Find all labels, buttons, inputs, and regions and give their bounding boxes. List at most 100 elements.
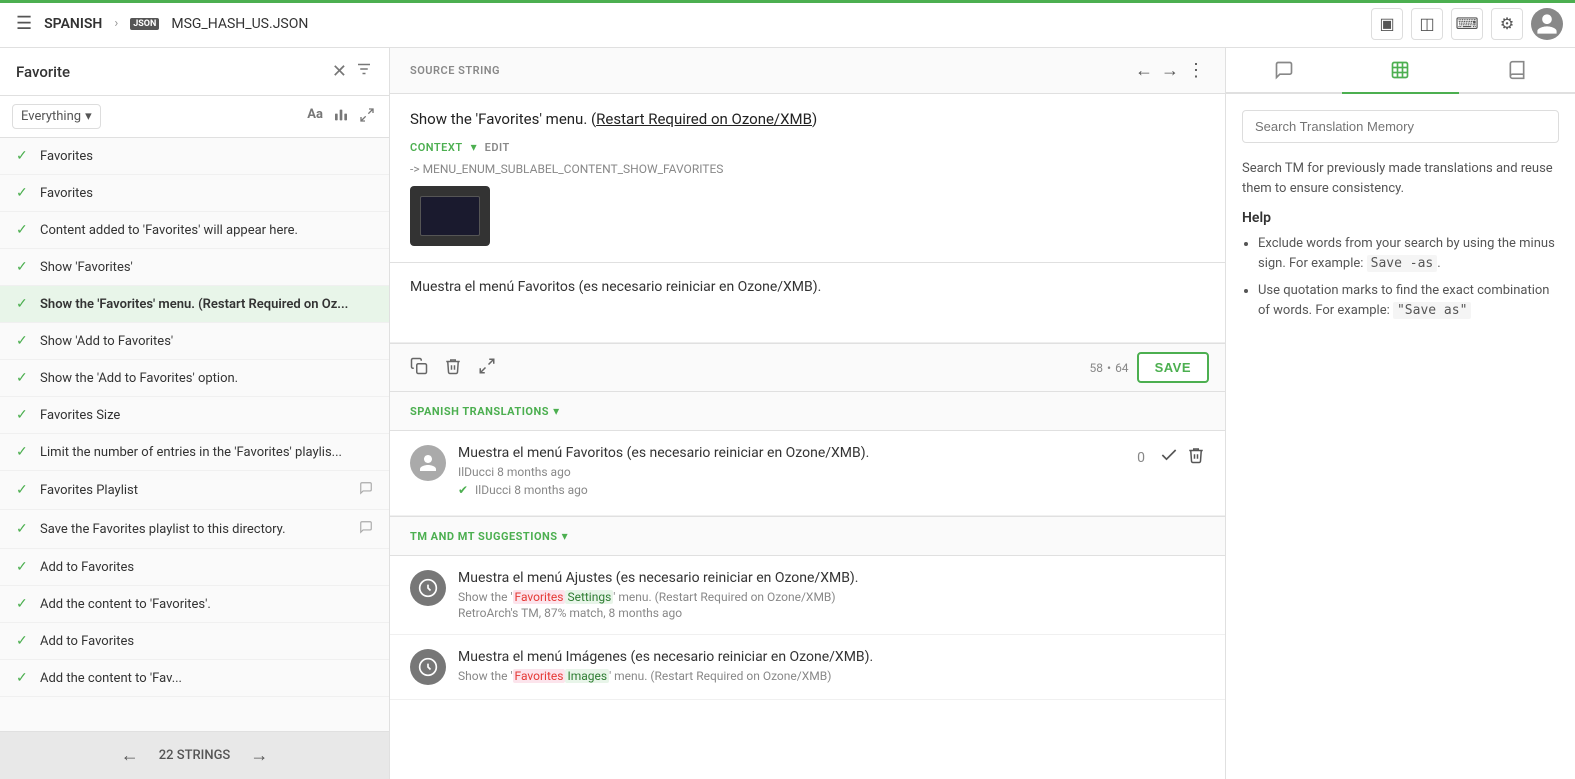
right-panel: Search TM for previously made translatio… xyxy=(1225,48,1575,779)
list-item[interactable]: ✓ Add to Favorites xyxy=(0,549,389,586)
spanish-translations-dropdown[interactable]: ▾ xyxy=(553,404,559,418)
search-scope-dropdown[interactable]: Everything ▾ xyxy=(12,104,101,129)
list-item[interactable]: ✓ Save the Favorites playlist to this di… xyxy=(0,510,389,549)
list-item[interactable]: ✓ Add the content to 'Favorites'. xyxy=(0,586,389,623)
translation-item-text: Muestra el menú Favoritos (es necesario … xyxy=(458,445,1119,461)
prev-string-button[interactable]: ← xyxy=(1135,60,1153,81)
list-item[interactable]: ✓ Add to Favorites xyxy=(0,623,389,660)
tm-item-content[interactable]: Muestra el menú Ajustes (es necesario re… xyxy=(458,570,1205,620)
sidebar-item-label: Show the 'Favorites' menu. (Restart Requ… xyxy=(40,297,373,312)
list-item[interactable]: ✓ Content added to 'Favorites' will appe… xyxy=(0,212,389,249)
check-icon: ✓ xyxy=(16,370,32,386)
sidebar-pagination-bar: ← 22 STRINGS → xyxy=(0,731,389,779)
center-panel: SOURCE STRING ← → ⋮ Show the 'Favorites'… xyxy=(390,48,1225,779)
sidebar-item-label: Content added to 'Favorites' will appear… xyxy=(40,223,373,238)
delete-translation-button[interactable] xyxy=(440,353,466,383)
translation-edit-area: Muestra el menú Favoritos (es necesario … xyxy=(390,263,1225,779)
context-row: CONTEXT ▾ EDIT xyxy=(410,140,1205,154)
check-icon: ✓ xyxy=(16,259,32,275)
tm-match-info: RetroArch's TM, 87% match, 8 months ago xyxy=(458,606,1205,620)
spanish-translations-header: SPANISH TRANSLATIONS ▾ xyxy=(390,392,1225,431)
translation-item-content: Muestra el menú Favoritos (es necesario … xyxy=(458,445,1119,501)
check-icon: ✓ xyxy=(16,444,32,460)
tm-item-source: Show the 'FavoritesImages' menu. (Restar… xyxy=(458,669,1205,683)
sidebar-header: Favorite ✕ xyxy=(0,48,389,96)
list-item[interactable]: ✓ Add the content to 'Fav... xyxy=(0,660,389,697)
sidebar-item-label: Add the content to 'Fav... xyxy=(40,671,373,686)
translator-avatar xyxy=(410,445,446,481)
sidebar-close-button[interactable]: ✕ xyxy=(332,61,347,82)
next-string-button[interactable]: → xyxy=(1161,60,1179,81)
highlight-green: Settings xyxy=(565,590,613,604)
translation-text-input[interactable]: Muestra el menú Favoritos (es necesario … xyxy=(390,263,1225,343)
list-item[interactable]: ✓ Favorites Playlist xyxy=(0,471,389,510)
sidebar-item-label: Favorites xyxy=(40,149,373,164)
list-item[interactable]: ✓ Favorites xyxy=(0,175,389,212)
check-icon: ✓ xyxy=(16,185,32,201)
tm-suggestions-dropdown[interactable]: ▾ xyxy=(562,529,568,543)
tm-help-item: Exclude words from your search by using … xyxy=(1258,234,1559,273)
file-name-label: MSG_HASH_US.JSON xyxy=(171,16,308,32)
translation-item: Muestra el menú Favoritos (es necesario … xyxy=(390,431,1225,516)
tm-avatar xyxy=(410,570,446,606)
tm-item-content[interactable]: Muestra el menú Imágenes (es necesario r… xyxy=(458,649,1205,685)
list-item[interactable]: ✓ Limit the number of entries in the 'Fa… xyxy=(0,434,389,471)
comment-icon xyxy=(359,520,373,538)
context-label: CONTEXT xyxy=(410,141,463,154)
sidebar-item-label: Save the Favorites playlist to this dire… xyxy=(40,522,351,537)
prev-page-button[interactable]: ← xyxy=(117,741,143,770)
next-page-button[interactable]: → xyxy=(246,741,272,770)
check-icon: ✓ xyxy=(16,222,32,238)
right-panel-tabs xyxy=(1226,48,1575,94)
resize-button[interactable] xyxy=(474,353,500,383)
translation-item-verified: ✔ IlDucci 8 months ago xyxy=(458,483,1119,497)
highlight-red: Favorites xyxy=(513,590,566,604)
translation-text: Muestra el menú Favoritos (es necesario … xyxy=(410,279,821,295)
settings-icon[interactable]: ⚙ xyxy=(1491,8,1523,40)
tm-suggestions-header: TM AND MT SUGGESTIONS ▾ xyxy=(390,517,1225,556)
check-icon: ✓ xyxy=(16,559,32,575)
sidebar-filter-button[interactable] xyxy=(355,60,373,83)
user-avatar[interactable] xyxy=(1531,8,1563,40)
copy-source-button[interactable] xyxy=(406,353,432,383)
list-item[interactable]: ✓ Favorites Size xyxy=(0,397,389,434)
sidebar: Favorite ✕ Everything ▾ Aa xyxy=(0,48,390,779)
tab-translation-memory[interactable] xyxy=(1342,48,1458,94)
search-tm-input[interactable] xyxy=(1242,110,1559,143)
list-item[interactable]: ✓ Show 'Add to Favorites' xyxy=(0,323,389,360)
expand-icon[interactable] xyxy=(357,105,377,129)
menu-icon[interactable]: ☰ xyxy=(12,9,36,38)
check-icon: ✓ xyxy=(16,633,32,649)
sidebar-list: ✓ Favorites ✓ Favorites ✓ Content added … xyxy=(0,138,389,731)
delete-translation-item-button[interactable] xyxy=(1187,446,1205,469)
tab-glossary[interactable] xyxy=(1459,48,1575,94)
list-item[interactable]: ✓ Show 'Favorites' xyxy=(0,249,389,286)
translation-toolbar: 58•64 SAVE xyxy=(390,343,1225,391)
context-path: -> MENU_ENUM_SUBLABEL_CONTENT_SHOW_FAVOR… xyxy=(410,162,1205,176)
source-string-header: SOURCE STRING ← → ⋮ xyxy=(390,48,1225,94)
case-sensitive-icon[interactable]: Aa xyxy=(305,105,325,129)
save-button[interactable]: SAVE xyxy=(1137,352,1209,383)
edit-label[interactable]: EDIT xyxy=(485,141,510,154)
layout-split-icon[interactable]: ◫ xyxy=(1411,8,1443,40)
list-item[interactable]: ✓ Favorites xyxy=(0,138,389,175)
source-string-content: Show the 'Favorites' menu. (Restart Requ… xyxy=(390,94,1225,263)
tab-comments[interactable] xyxy=(1226,48,1342,94)
source-string-text: Show the 'Favorites' menu. (Restart Requ… xyxy=(410,110,1205,128)
approve-translation-button[interactable] xyxy=(1159,445,1179,470)
sidebar-item-label: Favorites Playlist xyxy=(40,483,351,498)
regex-icon[interactable] xyxy=(331,105,351,129)
keyboard-icon[interactable]: ⌨ xyxy=(1451,8,1483,40)
list-item[interactable]: ✓ Show the 'Add to Favorites' option. xyxy=(0,360,389,397)
tm-suggestions-section: TM AND MT SUGGESTIONS ▾ Muestra el menú … xyxy=(390,516,1225,700)
list-item-active[interactable]: ✓ Show the 'Favorites' menu. (Restart Re… xyxy=(0,286,389,323)
more-options-button[interactable]: ⋮ xyxy=(1187,60,1205,81)
sidebar-title: Favorite xyxy=(16,63,332,81)
context-dropdown-icon[interactable]: ▾ xyxy=(471,140,477,154)
check-icon: ✓ xyxy=(16,148,32,164)
file-type-badge: JSON xyxy=(130,18,159,30)
check-icon: ✓ xyxy=(16,333,32,349)
highlight-red: Favorites xyxy=(513,669,566,683)
sidebar-search-bar: Everything ▾ Aa xyxy=(0,96,389,138)
layout-sidebar-icon[interactable]: ▣ xyxy=(1371,8,1403,40)
